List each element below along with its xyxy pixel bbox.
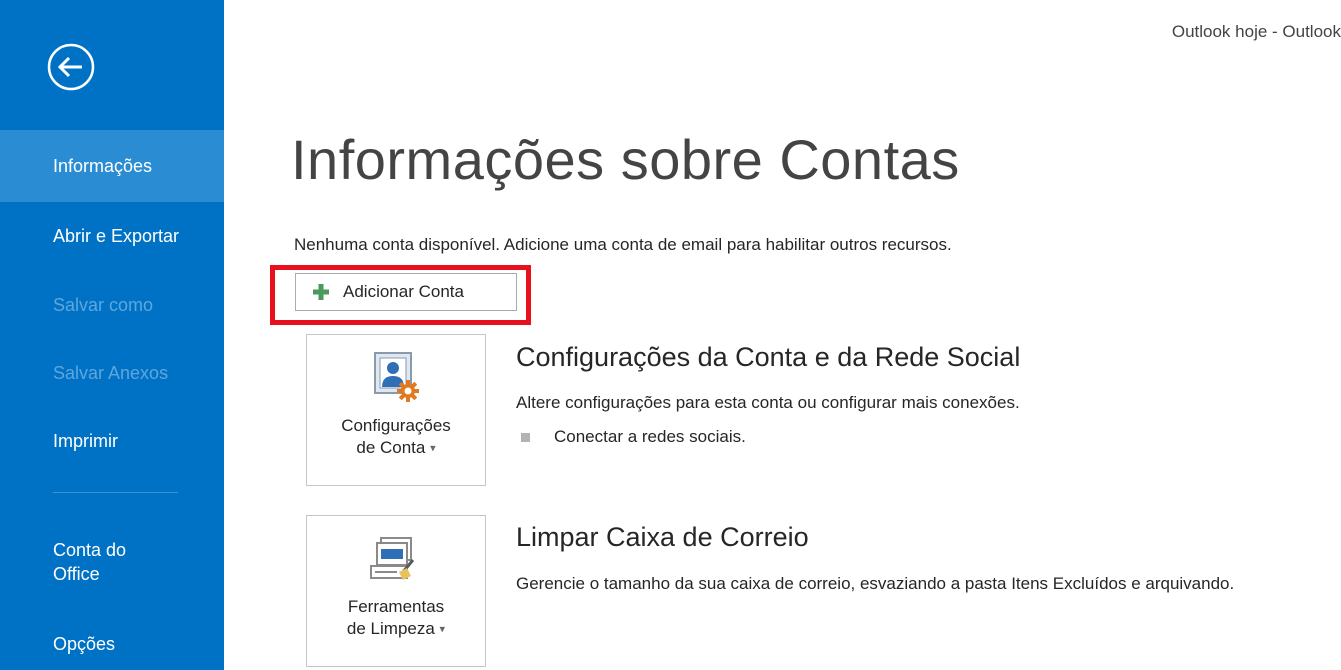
plus-icon [313, 284, 329, 300]
back-arrow-circle-icon [47, 43, 95, 91]
tile-label-line2: de Conta [356, 438, 426, 457]
account-settings-tile[interactable]: Configurações de Conta ▾ [306, 334, 486, 486]
nav-item-label: Imprimir [53, 431, 118, 451]
nav-item-label: Salvar como [53, 295, 154, 315]
tile-label-line1: Configurações [341, 416, 451, 435]
nav-item-salvar-anexos: Salvar Anexos [0, 362, 224, 384]
nav-item-opcoes[interactable]: Opções [0, 633, 224, 655]
nav-item-label-line1: Conta do [53, 540, 127, 560]
connect-social-bullet: Conectar a redes sociais. [521, 427, 746, 447]
nav-item-label: Salvar Anexos [53, 363, 169, 383]
page-title: Informações sobre Contas [291, 128, 960, 191]
dropdown-caret-icon: ▾ [439, 623, 446, 636]
nav-item-informacoes[interactable]: Informações [0, 130, 224, 202]
cleanup-mailbox-description: Gerencie o tamanho da sua caixa de corre… [516, 574, 1235, 593]
nav-separator [53, 492, 178, 493]
nav-item-abrir-exportar[interactable]: Abrir e Exportar [0, 225, 224, 247]
no-account-notice: Nenhuma conta disponível. Adicione uma c… [294, 235, 952, 254]
add-account-label: Adicionar Conta [343, 282, 464, 301]
add-account-button[interactable]: Adicionar Conta [295, 273, 517, 311]
cleanup-tools-tile-label: Ferramentas de Limpeza ▾ [307, 596, 485, 641]
backstage-sidebar: Informações Abrir e Exportar Salvar como… [0, 0, 224, 670]
cleanup-mailbox-title: Limpar Caixa de Correio [516, 522, 809, 552]
account-settings-tile-label: Configurações de Conta ▾ [307, 415, 485, 460]
account-settings-title: Configurações da Conta e da Rede Social [516, 342, 1021, 372]
account-settings-description: Altere configurações para esta conta ou … [516, 393, 1020, 412]
nav-item-salvar-como: Salvar como [0, 294, 224, 316]
nav-item-label: Abrir e Exportar [53, 226, 180, 246]
cleanup-tools-tile[interactable]: Ferramentas de Limpeza ▾ [306, 515, 486, 667]
nav-item-conta-office[interactable]: Conta do Office [0, 538, 224, 586]
tile-label-line1: Ferramentas [347, 597, 445, 616]
back-button[interactable] [46, 42, 96, 92]
cleanup-tools-icon [370, 537, 415, 580]
nav-item-label: Opções [53, 634, 116, 654]
bullet-square-icon [521, 432, 530, 442]
dropdown-caret-icon: ▾ [430, 442, 436, 455]
nav-item-label: Informações [53, 156, 153, 176]
nav-item-imprimir[interactable]: Imprimir [0, 430, 224, 452]
window-title: Outlook hoje - Outlook [1171, 22, 1341, 41]
connect-social-text: Conectar a redes sociais. [554, 427, 746, 446]
tile-label-line2: de Limpeza [346, 619, 435, 638]
nav-item-label-line2: Office [53, 564, 100, 584]
account-settings-icon [374, 352, 419, 402]
